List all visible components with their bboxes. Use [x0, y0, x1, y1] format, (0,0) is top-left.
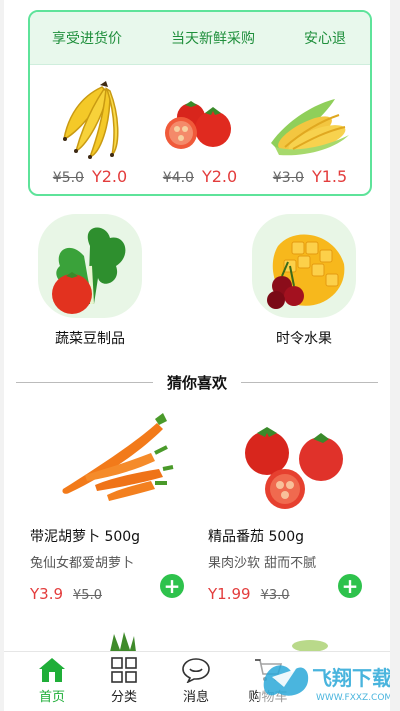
banana-icon — [63, 81, 119, 159]
promo-old-price: ¥4.0 — [162, 170, 194, 186]
next-product-image — [110, 632, 136, 652]
promo-item-tomato[interactable]: ¥4.0 Y2.0 — [148, 65, 252, 186]
tab-cart[interactable]: 购物车 — [232, 652, 304, 711]
promo-item-corn[interactable]: ¥3.0 Y1.5 — [258, 65, 362, 186]
tab-label: 消息 — [182, 690, 209, 705]
tab-label: 购物车 — [248, 690, 288, 705]
product-old-price: ¥5.0 — [73, 588, 102, 603]
promo-slogan-3: 安心退 — [304, 31, 346, 47]
promo-new-price: Y2.0 — [201, 167, 238, 186]
divider — [16, 381, 153, 383]
carrot-icon — [62, 413, 174, 501]
product-title: 精品番茄 500g — [208, 529, 305, 545]
grid-icon — [111, 657, 137, 683]
product-old-price: ¥3.0 — [260, 588, 290, 603]
promo-item-banana[interactable]: ¥5.0 Y2.0 — [38, 65, 142, 186]
fruit-icon — [267, 234, 345, 309]
product-subtitle: 果肉沙软 甜而不腻 — [208, 556, 317, 571]
add-to-cart-button[interactable]: + — [160, 574, 184, 598]
tomato-icon — [245, 427, 343, 509]
section-guess-you-like: 猜你喜欢 — [16, 370, 379, 394]
promo-new-price: Y2.0 — [91, 167, 128, 186]
home-page: 享受进货价 当天新鲜采购 安心退 ¥5.0 Y2.0 ¥4.0 Y2.0 ¥3.… — [4, 0, 390, 711]
promo-header: 享受进货价 当天新鲜采购 安心退 — [30, 12, 370, 65]
tab-category[interactable]: 分类 — [88, 652, 160, 711]
cart-icon — [255, 659, 283, 681]
product-price: Y3.9 — [30, 585, 64, 603]
section-title-text: 猜你喜欢 — [167, 373, 228, 392]
promo-slogan-2: 当天新鲜采购 — [171, 31, 255, 47]
category-fruit[interactable]: 时令水果 — [244, 214, 364, 348]
tomato-icon — [165, 101, 231, 149]
promo-slogan-1: 享受进货价 — [52, 31, 122, 47]
bottom-tab-bar: 首页 分类 消息 购物车 — [4, 651, 390, 711]
promo-banner[interactable]: 享受进货价 当天新鲜采购 安心退 ¥5.0 Y2.0 ¥4.0 Y2.0 ¥3.… — [28, 10, 372, 196]
product-subtitle: 兔仙女都爱胡萝卜 — [30, 556, 135, 571]
category-label: 蔬菜豆制品 — [55, 331, 125, 347]
promo-old-price: ¥5.0 — [52, 170, 84, 186]
promo-new-price: Y1.5 — [311, 167, 348, 186]
next-product-image — [292, 640, 328, 652]
product-price: Y1.99 — [208, 585, 251, 603]
add-to-cart-button[interactable]: + — [338, 574, 362, 598]
message-icon — [182, 658, 210, 683]
tab-label: 分类 — [110, 690, 137, 705]
divider — [241, 381, 379, 383]
tab-label: 首页 — [38, 690, 65, 705]
home-icon — [39, 658, 65, 682]
vegetables-icon — [52, 227, 126, 314]
category-vegetables[interactable]: 蔬菜豆制品 — [30, 214, 150, 348]
corn-icon — [271, 99, 349, 156]
tab-messages[interactable]: 消息 — [160, 652, 232, 711]
tab-home[interactable]: 首页 — [16, 652, 88, 711]
promo-old-price: ¥3.0 — [272, 170, 304, 186]
product-title: 带泥胡萝卜 500g — [30, 529, 141, 545]
category-label: 时令水果 — [276, 331, 332, 347]
